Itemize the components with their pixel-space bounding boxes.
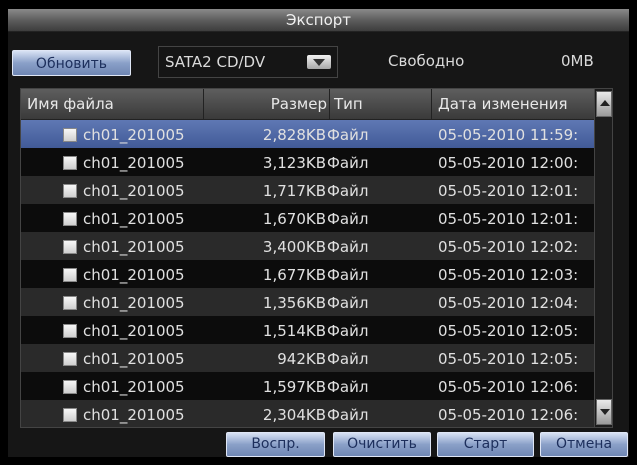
- table-row[interactable]: ch01_201005 3,123KB Файл 05-05-2010 12:0…: [21, 148, 594, 178]
- file-name: ch01_201005: [83, 182, 185, 200]
- device-select-value: SATA2 CD/DV: [165, 53, 266, 71]
- chevron-down-icon[interactable]: [596, 399, 612, 425]
- file-size: 2,828KB: [262, 126, 326, 144]
- file-type: Файл: [327, 266, 369, 284]
- file-type: Файл: [327, 126, 369, 144]
- chevron-up-icon[interactable]: [596, 91, 612, 117]
- checkbox-icon[interactable]: [63, 212, 77, 226]
- file-type: Файл: [327, 210, 369, 228]
- file-type: Файл: [327, 182, 369, 200]
- checkbox-icon[interactable]: [63, 324, 77, 338]
- file-name: ch01_201005: [83, 350, 185, 368]
- free-space-value: 0MB: [561, 52, 594, 70]
- file-size: 3,400KB: [262, 238, 326, 256]
- table-row[interactable]: ch01_201005 1,514KB Файл 05-05-2010 12:0…: [21, 316, 594, 346]
- checkbox-icon[interactable]: [63, 408, 77, 422]
- table-row[interactable]: ch01_201005 1,356KB Файл 05-05-2010 12:0…: [21, 288, 594, 318]
- file-size: 1,597KB: [262, 378, 326, 396]
- file-type: Файл: [327, 294, 369, 312]
- column-header-date[interactable]: Дата изменения: [432, 89, 594, 119]
- file-size: 1,677KB: [262, 266, 326, 284]
- chevron-down-icon[interactable]: [307, 55, 331, 69]
- column-header-size[interactable]: Размер: [204, 89, 330, 119]
- file-name: ch01_201005: [83, 266, 185, 284]
- table-row[interactable]: ch01_201005 1,597KB Файл 05-05-2010 12:0…: [21, 372, 594, 402]
- file-date: 05-05-2010 12:06:: [438, 406, 579, 424]
- file-size: 942KB: [277, 350, 326, 368]
- checkbox-icon[interactable]: [63, 268, 77, 282]
- file-date: 05-05-2010 12:05:: [438, 322, 579, 340]
- file-date: 05-05-2010 12:01:: [438, 182, 579, 200]
- file-date: 05-05-2010 12:00:: [438, 154, 579, 172]
- device-select[interactable]: SATA2 CD/DV: [158, 46, 338, 78]
- file-size: 1,356KB: [262, 294, 326, 312]
- play-button[interactable]: Воспр.: [226, 432, 325, 457]
- column-header-name[interactable]: Имя файла: [21, 89, 204, 119]
- table-row[interactable]: ch01_201005 942KB Файл 05-05-2010 12:05:: [21, 344, 594, 374]
- file-name: ch01_201005: [83, 126, 185, 144]
- free-space-label: Свободно: [388, 52, 465, 70]
- vertical-scrollbar[interactable]: [594, 89, 612, 427]
- column-header-type[interactable]: Тип: [330, 89, 432, 119]
- file-name: ch01_201005: [83, 238, 185, 256]
- file-type: Файл: [327, 406, 369, 424]
- file-size: 1,717KB: [262, 182, 326, 200]
- file-type: Файл: [327, 154, 369, 172]
- checkbox-icon[interactable]: [63, 240, 77, 254]
- file-date: 05-05-2010 12:02:: [438, 238, 579, 256]
- file-type: Файл: [327, 378, 369, 396]
- file-size: 1,670KB: [262, 210, 326, 228]
- cancel-button[interactable]: Отмена: [540, 432, 628, 457]
- file-name: ch01_201005: [83, 406, 185, 424]
- table-header: Имя файла Размер Тип Дата изменения: [21, 89, 612, 120]
- file-type: Файл: [327, 350, 369, 368]
- file-name: ch01_201005: [83, 322, 185, 340]
- dialog-title: Экспорт: [8, 9, 629, 32]
- refresh-button[interactable]: Обновить: [12, 50, 131, 76]
- table-row[interactable]: ch01_201005 1,670KB Файл 05-05-2010 12:0…: [21, 204, 594, 234]
- file-date: 05-05-2010 12:04:: [438, 294, 579, 312]
- checkbox-icon[interactable]: [63, 128, 77, 142]
- file-size: 3,123KB: [262, 154, 326, 172]
- checkbox-icon[interactable]: [63, 296, 77, 310]
- table-row[interactable]: ch01_201005 1,717KB Файл 05-05-2010 12:0…: [21, 176, 594, 206]
- checkbox-icon[interactable]: [63, 156, 77, 170]
- file-date: 05-05-2010 12:05:: [438, 350, 579, 368]
- file-date: 05-05-2010 12:01:: [438, 210, 579, 228]
- file-date: 05-05-2010 12:06:: [438, 378, 579, 396]
- file-table: Имя файла Размер Тип Дата изменения ch01…: [20, 88, 613, 428]
- checkbox-icon[interactable]: [63, 184, 77, 198]
- file-size: 2,304KB: [262, 406, 326, 424]
- file-size: 1,514KB: [262, 322, 326, 340]
- file-name: ch01_201005: [83, 210, 185, 228]
- clear-button[interactable]: Очистить: [333, 432, 431, 457]
- table-row[interactable]: ch01_201005 2,304KB Файл 05-05-2010 12:0…: [21, 400, 594, 427]
- file-type: Файл: [327, 238, 369, 256]
- table-row[interactable]: ch01_201005 2,828KB Файл 05-05-2010 11:5…: [21, 120, 594, 150]
- table-row[interactable]: ch01_201005 1,677KB Файл 05-05-2010 12:0…: [21, 260, 594, 290]
- file-date: 05-05-2010 12:03:: [438, 266, 579, 284]
- file-type: Файл: [327, 322, 369, 340]
- start-button[interactable]: Старт: [437, 432, 534, 457]
- table-row[interactable]: ch01_201005 3,400KB Файл 05-05-2010 12:0…: [21, 232, 594, 262]
- file-name: ch01_201005: [83, 154, 185, 172]
- file-name: ch01_201005: [83, 378, 185, 396]
- checkbox-icon[interactable]: [63, 380, 77, 394]
- checkbox-icon[interactable]: [63, 352, 77, 366]
- file-date: 05-05-2010 11:59:: [438, 126, 579, 144]
- file-name: ch01_201005: [83, 294, 185, 312]
